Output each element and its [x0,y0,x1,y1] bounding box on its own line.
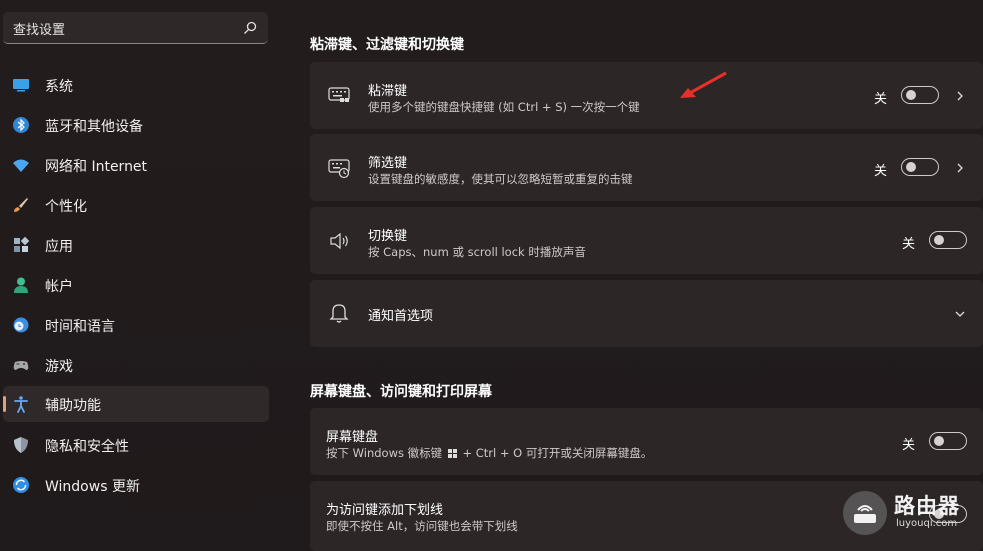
chevron-down-icon[interactable] [954,308,966,320]
sidebar-item-accessibility[interactable]: 辅助功能 [3,386,269,422]
toggle-knob [934,235,944,245]
sidebar-item-gaming[interactable]: 游戏 [3,347,269,383]
watermark: 路由器 luyouqi.com [842,488,983,548]
sidebar-item-label: 个性化 [45,199,87,215]
on-screen-keyboard-title: 屏幕键盘 [326,430,379,445]
sidebar-item-label: 游戏 [45,359,73,375]
on-screen-keyboard-desc-suffix: + Ctrl + O 可打开或关闭屏幕键盘。 [462,446,653,460]
gamepad-icon [13,361,29,370]
toggle-keys-toggle[interactable] [929,231,967,249]
toggle-keys-title: 切换键 [368,229,408,244]
filter-keys-toggle[interactable] [901,158,939,176]
notification-preferences-card[interactable]: 通知首选项 [310,280,983,347]
wifi-icon [13,159,29,172]
section-title-keys: 粘滞键、过滤键和切换键 [310,37,464,53]
on-screen-keyboard-toggle[interactable] [929,432,967,450]
watermark-title: 路由器 [894,494,960,518]
toggle-knob [934,436,944,446]
sidebar-item-accounts[interactable]: 帐户 [3,267,269,303]
clock-globe-icon [13,317,29,333]
brush-icon [14,198,28,212]
bluetooth-icon [13,117,29,133]
sidebar-item-privacy[interactable]: 隐私和安全性 [3,427,269,463]
on-screen-keyboard-card: 屏幕键盘 按下 Windows 徽标键 + Ctrl + O 可打开或关闭屏幕键… [310,408,983,475]
filter-keys-card[interactable]: 筛选键 设置键盘的敏感度，使其可以忽略短暂或重复的击键 关 [310,134,983,201]
search-input[interactable]: 查找设置 [3,12,268,44]
section-title-onscreen-keyboard: 屏幕键盘、访问键和打印屏幕 [310,384,492,400]
sticky-keys-toggle[interactable] [901,86,939,104]
search-icon[interactable] [242,20,258,36]
router-logo-icon [843,491,887,535]
shield-icon [14,437,28,453]
sidebar-item-label: Windows 更新 [45,479,140,495]
sticky-keys-state: 关 [874,92,888,107]
notification-preferences-title: 通知首选项 [368,309,434,324]
sidebar-item-personalization[interactable]: 个性化 [3,187,269,223]
sidebar-item-label: 应用 [45,239,73,255]
sidebar: 查找设置 系统 蓝牙和其他设备 网络和 Internet 个性化 应用 帐户 时… [0,0,282,551]
on-screen-keyboard-state: 关 [902,438,916,453]
bell-icon [329,304,349,323]
underline-access-keys-title: 为访问键添加下划线 [326,503,444,518]
filter-keys-icon [328,159,350,179]
speaker-icon [330,232,348,250]
sidebar-item-label: 系统 [45,79,73,95]
sticky-keys-desc: 使用多个键的键盘快捷键 (如 Ctrl + S) 一次按一个键 [368,100,640,114]
sidebar-item-time-language[interactable]: 时间和语言 [3,307,269,343]
sidebar-item-windows-update[interactable]: Windows 更新 [3,467,269,503]
toggle-keys-desc: 按 Caps、num 或 scroll lock 时播放声音 [368,245,586,259]
sidebar-item-system[interactable]: 系统 [3,67,269,103]
search-placeholder: 查找设置 [13,23,66,38]
sidebar-item-label: 隐私和安全性 [45,439,129,455]
display-icon [13,79,29,92]
annotation-arrow-icon [680,71,727,98]
accessibility-icon [14,396,28,413]
sticky-keys-card[interactable]: 粘滞键 使用多个键的键盘快捷键 (如 Ctrl + S) 一次按一个键 关 [310,62,983,129]
sidebar-item-label: 辅助功能 [45,398,101,414]
sidebar-item-label: 网络和 Internet [45,159,148,175]
filter-keys-state: 关 [874,164,888,179]
on-screen-keyboard-desc-prefix: 按下 Windows 徽标键 [326,446,443,460]
sticky-keys-icon [328,87,350,102]
sidebar-item-label: 帐户 [45,279,73,295]
sidebar-item-label: 时间和语言 [45,319,115,335]
filter-keys-desc: 设置键盘的敏感度，使其可以忽略短暂或重复的击键 [368,172,633,186]
watermark-subtitle: luyouqi.com [896,518,958,529]
sidebar-item-label: 蓝牙和其他设备 [45,119,143,135]
toggle-keys-card: 切换键 按 Caps、num 或 scroll lock 时播放声音 关 [310,207,983,274]
sticky-keys-title: 粘滞键 [368,84,408,99]
sidebar-item-bluetooth[interactable]: 蓝牙和其他设备 [3,107,269,143]
update-icon [13,477,29,493]
windows-logo-icon [447,449,457,458]
toggle-knob [906,90,916,100]
underline-access-keys-desc: 即使不按住 Alt，访问键也会带下划线 [326,519,518,533]
filter-keys-title: 筛选键 [368,156,408,171]
sidebar-item-network[interactable]: 网络和 Internet [3,147,269,183]
person-icon [14,277,28,293]
toggle-keys-state: 关 [902,237,916,252]
chevron-right-icon[interactable] [954,90,966,102]
chevron-right-icon[interactable] [954,162,966,174]
apps-icon [14,236,30,252]
active-indicator [3,396,6,412]
toggle-knob [906,162,916,172]
on-screen-keyboard-desc: 按下 Windows 徽标键 + Ctrl + O 可打开或关闭屏幕键盘。 [326,445,652,461]
sidebar-item-apps[interactable]: 应用 [3,227,269,263]
